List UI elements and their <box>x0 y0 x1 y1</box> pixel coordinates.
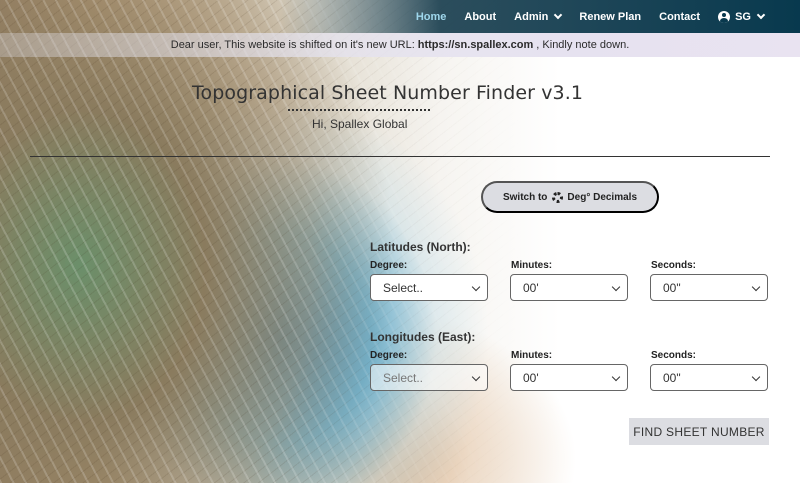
latitude-seconds-value: 00" <box>663 280 681 295</box>
chevron-down-icon <box>756 10 766 20</box>
find-sheet-number-button[interactable]: FIND SHEET NUMBER <box>629 418 769 445</box>
longitude-degree-value: Select.. <box>383 370 424 385</box>
nav-renew-plan-link[interactable]: Renew Plan <box>579 11 641 23</box>
latitude-section-title: Latitudes (North): <box>370 240 471 254</box>
latitude-degree-value: Select.. <box>383 280 424 295</box>
switch-prefix: Switch to <box>502 191 548 203</box>
longitude-section-title: Longitudes (East): <box>370 330 476 344</box>
page-title: Topographical Sheet Number Finder v3.1 <box>192 82 584 104</box>
switch-to-decimals-button[interactable]: Switch to Deg° Decimals <box>481 181 659 213</box>
user-greeting: Hi, Spallex Global <box>312 117 408 131</box>
longitude-seconds-label: Seconds: <box>651 350 697 361</box>
longitude-degree-label: Degree: <box>370 350 408 361</box>
latitude-seconds-select[interactable]: 00" <box>650 274 768 301</box>
header-divider <box>30 156 770 157</box>
nav-home-label: Home <box>415 10 447 23</box>
longitude-minutes-label: Minutes: <box>511 350 553 361</box>
title-underline <box>288 109 430 111</box>
nav-user-dropdown[interactable]: SG <box>718 10 766 23</box>
switch-label: Deg° Decimals <box>567 191 638 203</box>
chevron-down-icon <box>751 372 761 382</box>
nav-user-label: SG <box>735 10 751 23</box>
user-circle-icon <box>718 10 731 23</box>
nav-admin-dropdown[interactable]: Admin <box>514 10 563 23</box>
longitude-minutes-select[interactable]: 00' <box>510 364 628 391</box>
nav-admin-label: Admin <box>514 10 549 23</box>
nav-contact-label: Contact <box>659 10 701 23</box>
chevron-down-icon <box>611 282 621 292</box>
nav-about-link[interactable]: About <box>464 11 496 23</box>
latitude-seconds-label: Seconds: <box>651 260 697 271</box>
latitude-minutes-label: Minutes: <box>511 260 553 271</box>
nav-about-label: About <box>464 10 497 23</box>
notice-bar: Dear user, This website is shifted on it… <box>0 33 800 57</box>
chevron-down-icon <box>554 10 563 20</box>
notice-url: https://sn.spallex.com <box>417 39 534 51</box>
notice-prefix: Dear user, This website is shifted on it… <box>170 39 415 51</box>
chevron-down-icon <box>751 282 761 292</box>
longitude-degree-select[interactable]: Select.. <box>370 364 488 391</box>
chevron-down-icon <box>471 372 481 382</box>
chevron-down-icon <box>611 372 621 382</box>
top-navbar: Home About Admin Renew Plan Contact SG <box>0 0 800 33</box>
longitude-seconds-value: 00" <box>663 370 681 385</box>
longitude-seconds-select[interactable]: 00" <box>650 364 768 391</box>
latitude-minutes-select[interactable]: 00' <box>510 274 628 301</box>
latitude-minutes-value: 00' <box>523 280 539 295</box>
nav-renew-plan-label: Renew Plan <box>579 10 642 23</box>
nav-contact-link[interactable]: Contact <box>659 11 700 23</box>
latitude-degree-label: Degree: <box>370 260 408 271</box>
gear-icon <box>552 191 564 203</box>
latitude-degree-select[interactable]: Select.. <box>370 274 488 301</box>
nav-home-link[interactable]: Home <box>416 11 447 23</box>
chevron-down-icon <box>471 282 481 292</box>
longitude-minutes-value: 00' <box>523 370 539 385</box>
nav-links: Home About Admin Renew Plan Contact SG <box>398 0 766 33</box>
notice-suffix: , Kindly note down. <box>536 39 630 51</box>
